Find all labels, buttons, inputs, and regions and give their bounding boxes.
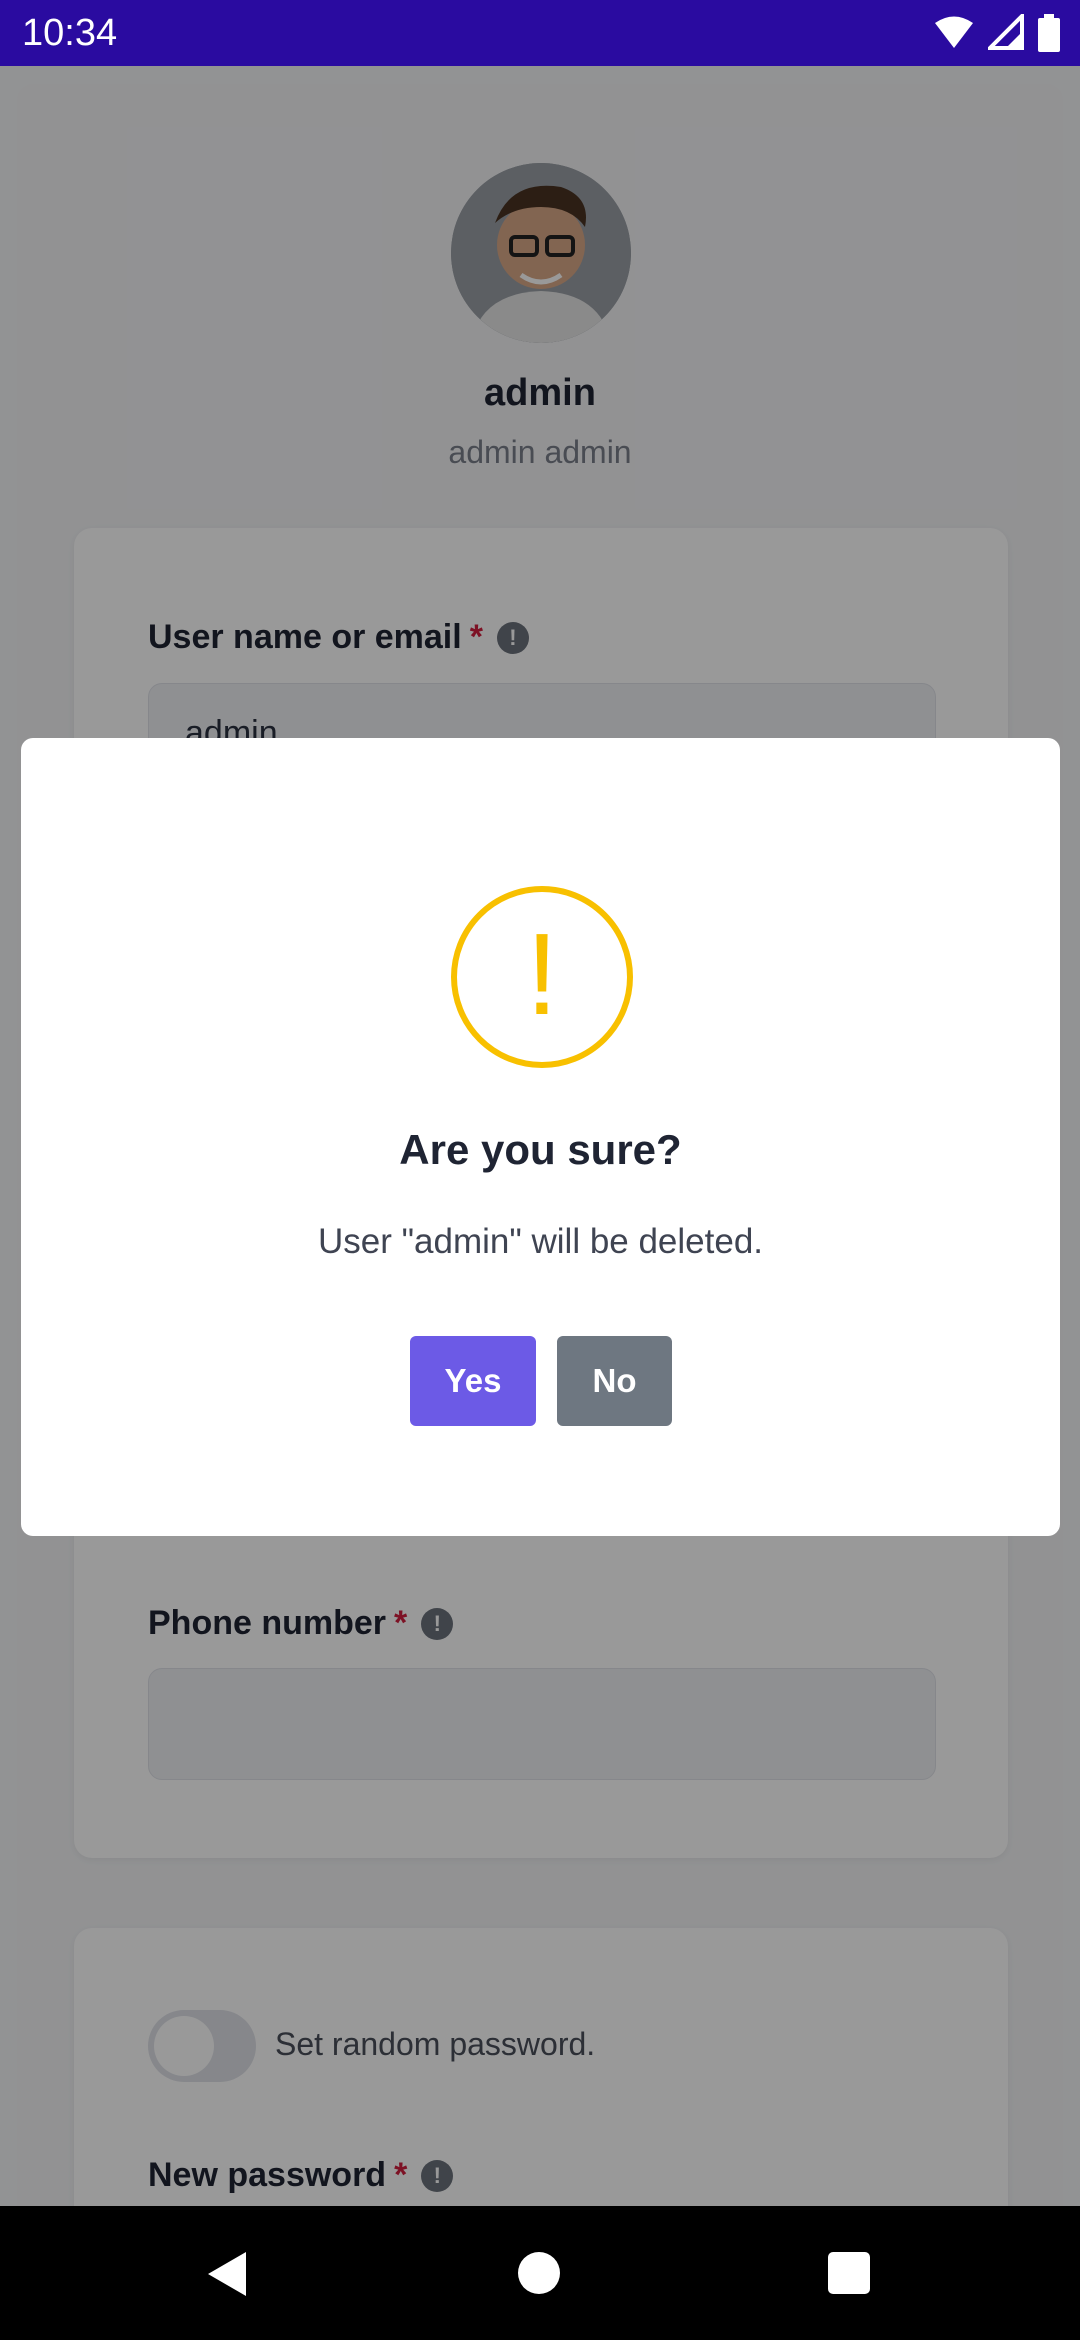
navigation-bar	[0, 2206, 1080, 2340]
status-icons	[934, 14, 1060, 52]
dialog-message: User "admin" will be deleted.	[317, 1222, 764, 1261]
wifi-icon	[935, 16, 973, 48]
warning-exclamation-icon: !	[525, 909, 559, 1039]
cellular-signal-icon	[988, 14, 1024, 50]
warning-icon: !	[451, 886, 633, 1068]
yes-button[interactable]: Yes	[410, 1336, 536, 1426]
battery-icon	[1038, 14, 1060, 52]
no-button[interactable]: No	[557, 1336, 672, 1426]
dialog-title: Are you sure?	[399, 1126, 682, 1173]
status-time: 10:34	[22, 12, 118, 54]
status-bar: 10:34	[0, 0, 1080, 66]
confirm-delete-dialog: ! Are you sure? User "admin" will be del…	[21, 738, 1060, 1536]
recents-icon[interactable]	[828, 2252, 870, 2294]
back-icon[interactable]	[204, 2250, 248, 2298]
home-icon[interactable]	[518, 2252, 560, 2294]
